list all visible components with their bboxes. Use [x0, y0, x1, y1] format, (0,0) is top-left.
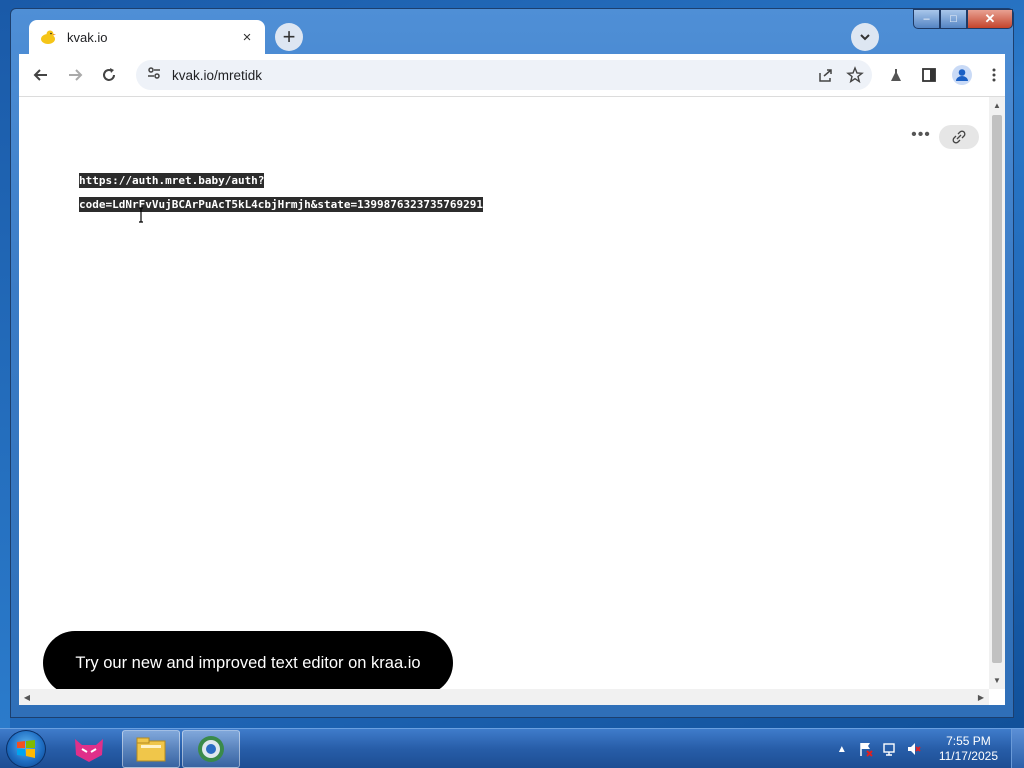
minimize-button[interactable]: – [913, 9, 940, 29]
scroll-thumb[interactable] [992, 115, 1002, 663]
bookmark-star-icon[interactable] [842, 62, 868, 88]
system-tray: ▲ 7:55 PM 11/17/2025 [829, 729, 998, 768]
url-text[interactable]: kvak.io/mretidk [172, 68, 812, 83]
text-cursor-icon [139, 207, 143, 223]
clock-date: 11/17/2025 [938, 749, 998, 763]
browser-window: kvak.io × + – □ ✕ kvak.io/mretidk ••• ht… [10, 8, 1014, 718]
tab-close-button[interactable]: × [239, 29, 255, 46]
address-bar[interactable]: kvak.io/mretidk [136, 60, 872, 90]
edit-link-button[interactable] [939, 125, 979, 149]
show-desktop-button[interactable] [1011, 729, 1024, 768]
menu-kebab-icon[interactable] [979, 60, 1009, 90]
action-center-flag-icon[interactable] [855, 738, 877, 760]
side-panel-icon[interactable] [914, 60, 944, 90]
taskbar-app-explorer[interactable] [122, 730, 180, 768]
taskbar-app-browser[interactable] [182, 730, 240, 768]
arrow-right-icon [69, 69, 83, 81]
start-button[interactable] [6, 730, 46, 768]
windows-logo-icon [17, 740, 35, 758]
duck-icon [39, 28, 57, 46]
scroll-down-arrow[interactable]: ▼ [989, 676, 1005, 685]
vertical-scrollbar[interactable]: ▲ ▼ [989, 97, 1005, 689]
labs-flask-icon[interactable] [881, 60, 911, 90]
arrow-left-icon [33, 69, 47, 81]
reload-icon [103, 68, 115, 81]
window-controls: – □ ✕ [913, 9, 1013, 29]
site-settings-icon[interactable] [146, 65, 162, 86]
chevron-down-icon [860, 34, 870, 41]
volume-muted-icon[interactable] [903, 738, 925, 760]
profile-avatar-icon[interactable] [947, 60, 977, 90]
scroll-right-arrow[interactable]: ▶ [973, 693, 989, 702]
reload-button[interactable] [93, 59, 125, 91]
promo-banner[interactable]: Try our new and improved text editor on … [43, 631, 453, 695]
close-window-button[interactable]: ✕ [967, 9, 1013, 29]
tab-search-button[interactable] [851, 23, 879, 51]
show-hidden-icons-icon[interactable]: ▲ [831, 738, 853, 760]
network-icon[interactable] [879, 738, 901, 760]
back-button[interactable] [25, 59, 57, 91]
clock-time: 7:55 PM [946, 734, 991, 748]
desktop-background [0, 0, 10, 728]
system-clock[interactable]: 7:55 PM 11/17/2025 [939, 734, 998, 764]
cat-app-icon [75, 739, 103, 762]
text-line-1[interactable]: https://auth.mret.baby/auth? [79, 173, 265, 188]
browser-toolbar: kvak.io/mretidk [19, 54, 1005, 96]
file-explorer-icon [136, 737, 166, 762]
tab-kvak[interactable]: kvak.io × [29, 20, 265, 54]
taskbar: ▲ 7:55 PM 11/17/2025 [0, 728, 1024, 768]
scroll-left-arrow[interactable]: ◀ [19, 693, 35, 702]
page-content: ••• https://auth.mret.baby/auth? code=Ld… [19, 96, 1005, 705]
new-tab-button[interactable]: + [275, 23, 303, 51]
horizontal-scrollbar[interactable]: ◀ ▶ [19, 689, 989, 705]
forward-button[interactable] [59, 59, 91, 91]
scroll-up-arrow[interactable]: ▲ [989, 101, 1005, 110]
tab-strip: kvak.io × + [19, 9, 1005, 54]
more-options-button[interactable]: ••• [906, 123, 936, 147]
taskbar-app-cat[interactable] [60, 730, 118, 768]
tab-title: kvak.io [67, 29, 108, 45]
maximize-button[interactable]: □ [940, 9, 967, 29]
share-icon[interactable] [812, 62, 838, 88]
link-icon [952, 130, 966, 144]
browser-icon [198, 736, 224, 762]
